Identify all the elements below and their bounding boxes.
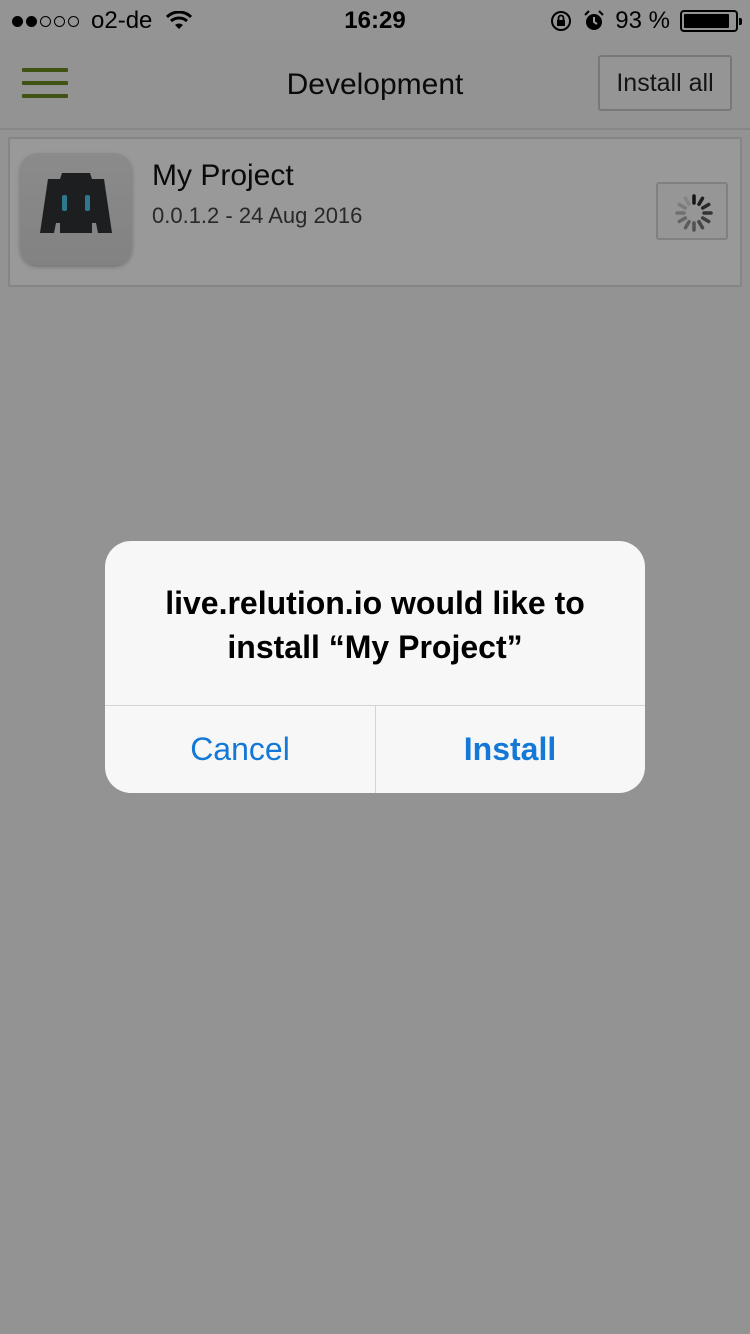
install-button[interactable]: Install bbox=[375, 706, 645, 793]
install-alert-dialog: live.relution.io would like to install “… bbox=[105, 541, 645, 793]
alert-message: live.relution.io would like to install “… bbox=[125, 581, 625, 669]
cancel-button[interactable]: Cancel bbox=[105, 706, 375, 793]
alert-message-line1: live.relution.io would like to bbox=[165, 585, 585, 621]
alert-message-line2: install “My Project” bbox=[227, 629, 523, 665]
